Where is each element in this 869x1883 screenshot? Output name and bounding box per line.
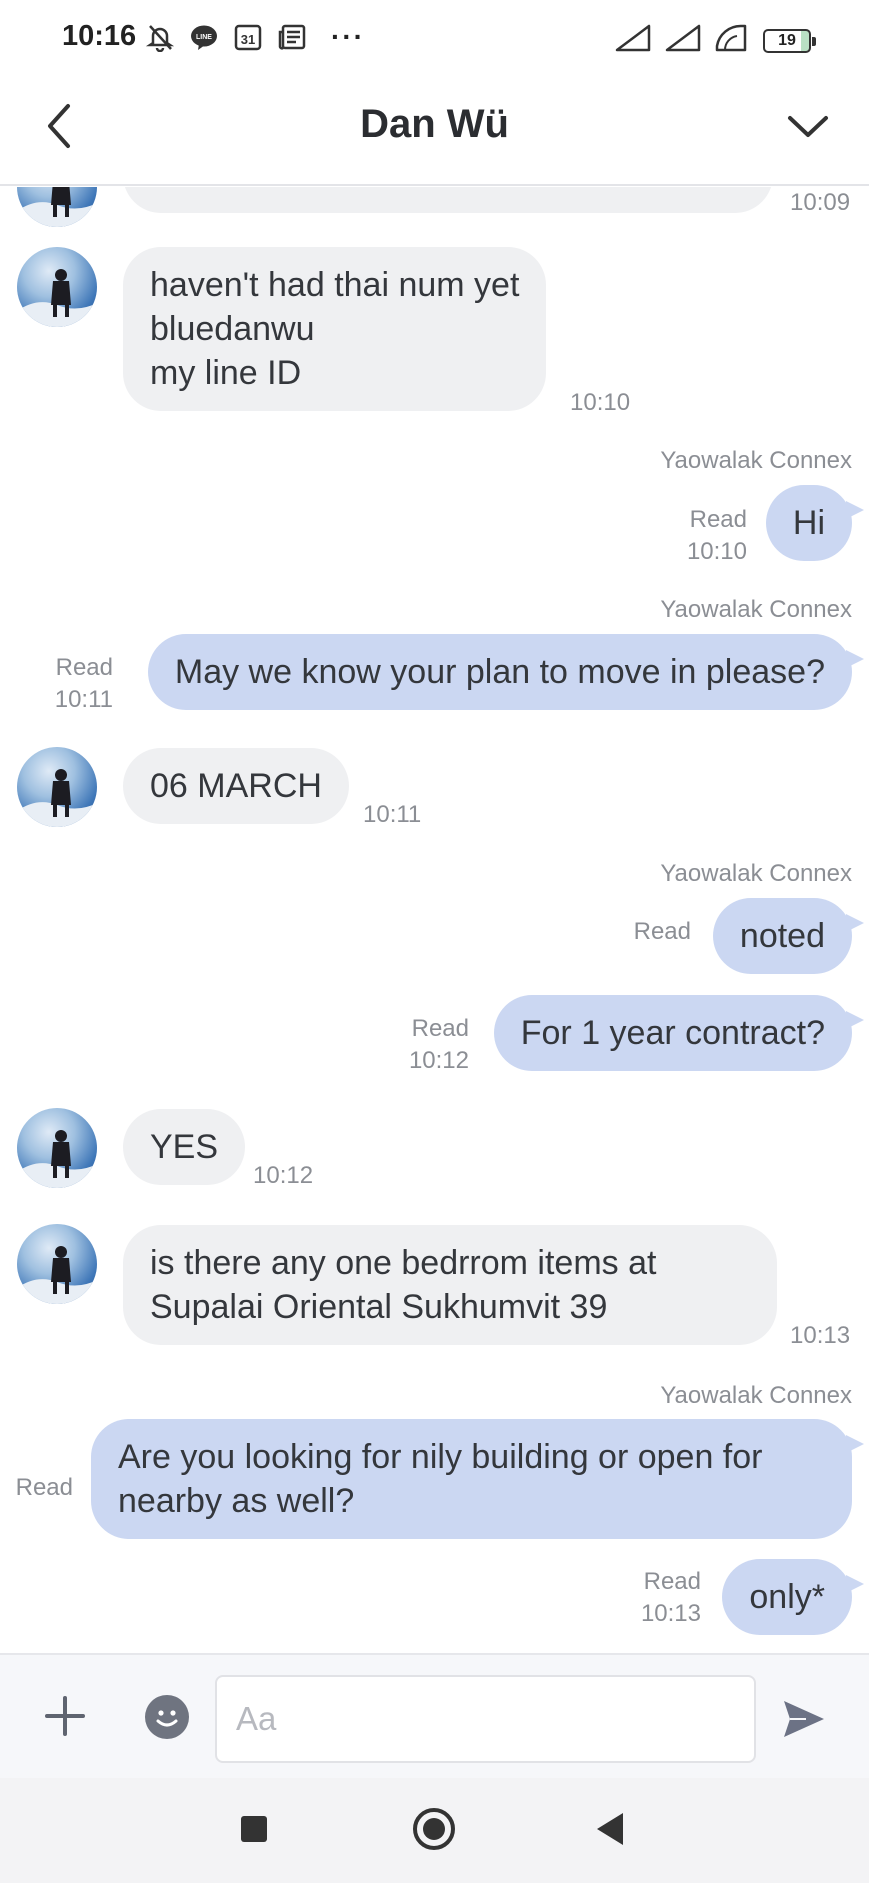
add-attachment-button[interactable]: [44, 1695, 86, 1737]
message-bubble[interactable]: May we know your plan to move in please?: [147, 634, 865, 710]
message-bubble[interactable]: 06 MARCH: [123, 748, 349, 824]
status-bar: 10:16 LINE 31 ··· 19: [0, 0, 869, 78]
avatar[interactable]: [17, 247, 97, 327]
emoji-button[interactable]: [145, 1695, 189, 1739]
muted-bell-icon: [145, 22, 175, 52]
message-read-status: Read: [643, 1568, 701, 1595]
message-read-status: Read: [633, 918, 691, 945]
signal-icon: [665, 24, 701, 57]
chat-menu-button[interactable]: [785, 106, 831, 146]
chevron-down-icon: [788, 116, 828, 137]
sender-name: Yaowalak Connex: [660, 1382, 852, 1409]
message-read-status: Read: [15, 1474, 73, 1501]
system-navigation-bar: [0, 1778, 869, 1883]
message-input[interactable]: [215, 1675, 756, 1763]
more-notifications-icon: ···: [331, 21, 365, 52]
recents-button[interactable]: [241, 1816, 267, 1842]
message-line: is there any one bedrrom items at: [150, 1244, 657, 1282]
message-read-status: Read: [55, 654, 113, 681]
calendar-icon: 31: [233, 22, 263, 52]
message-bubble[interactable]: YES: [123, 1109, 246, 1185]
chat-title: Dan Wü: [360, 102, 509, 146]
message-bubble[interactable]: noted: [712, 898, 865, 974]
avatar[interactable]: [17, 747, 97, 827]
send-button[interactable]: [780, 1695, 828, 1743]
sender-name: Yaowalak Connex: [660, 447, 852, 474]
status-time: 10:16: [62, 20, 137, 52]
message-line: Supalai Oriental Sukhumvit 39: [150, 1288, 608, 1326]
avatar[interactable]: [17, 187, 97, 227]
home-button[interactable]: [413, 1808, 455, 1850]
sender-name: Yaowalak Connex: [660, 860, 852, 887]
notification-icons: LINE 31 ···: [145, 22, 365, 52]
sender-name: Yaowalak Connex: [660, 596, 852, 623]
message-time: 10:11: [54, 686, 113, 713]
message-bubble[interactable]: For 1 year contract?: [493, 995, 865, 1071]
signal-icon: [615, 24, 651, 57]
message-bubble[interactable]: Are you looking for nily building or ope…: [91, 1419, 864, 1539]
message-time: 10:12: [408, 1047, 469, 1074]
send-icon: [784, 1701, 824, 1737]
calendar-day: 31: [241, 32, 255, 47]
message-input-bar: [0, 1653, 869, 1778]
message-bubble-partial[interactable]: [123, 187, 773, 213]
battery-icon: 19: [763, 28, 816, 53]
message-line: my line ID: [150, 354, 302, 392]
message-time: 10:12: [253, 1162, 314, 1189]
line-app-icon: LINE: [189, 22, 219, 52]
avatar[interactable]: [17, 1108, 97, 1188]
message-time: 10:09: [790, 189, 851, 216]
message-time: 10:13: [790, 1322, 851, 1349]
wifi-icon: [715, 24, 749, 57]
message-list[interactable]: 10:09 haven't had thai num yet bluedanwu…: [0, 187, 869, 1653]
news-icon: [277, 22, 307, 52]
avatar[interactable]: [17, 1224, 97, 1304]
system-icons: 19: [615, 24, 816, 57]
plus-icon: [45, 1696, 85, 1736]
message-time: 10:11: [363, 801, 422, 828]
message-bubble[interactable]: haven't had thai num yet bluedanwu my li…: [123, 247, 547, 411]
message-time: 10:10: [686, 538, 747, 565]
message-bubble[interactable]: Hi: [765, 485, 865, 561]
message-line: bluedanwu: [150, 310, 315, 348]
system-back-button[interactable]: [597, 1813, 623, 1845]
message-read-status: Read: [689, 506, 747, 533]
message-bubble[interactable]: is there any one bedrrom items at Supala…: [123, 1225, 777, 1345]
chat-header: Dan Wü: [0, 78, 869, 186]
smiley-icon: [156, 1710, 178, 1727]
message-bubble[interactable]: only*: [722, 1559, 864, 1635]
message-line: nearby as well?: [118, 1482, 355, 1520]
message-time: 10:10: [570, 389, 631, 416]
message-line: Are you looking for nily building or ope…: [118, 1438, 763, 1476]
message-read-status: Read: [411, 1015, 469, 1042]
message-line: haven't had thai num yet: [150, 266, 520, 304]
message-time: 10:13: [640, 1600, 701, 1627]
svg-text:LINE: LINE: [196, 34, 212, 41]
